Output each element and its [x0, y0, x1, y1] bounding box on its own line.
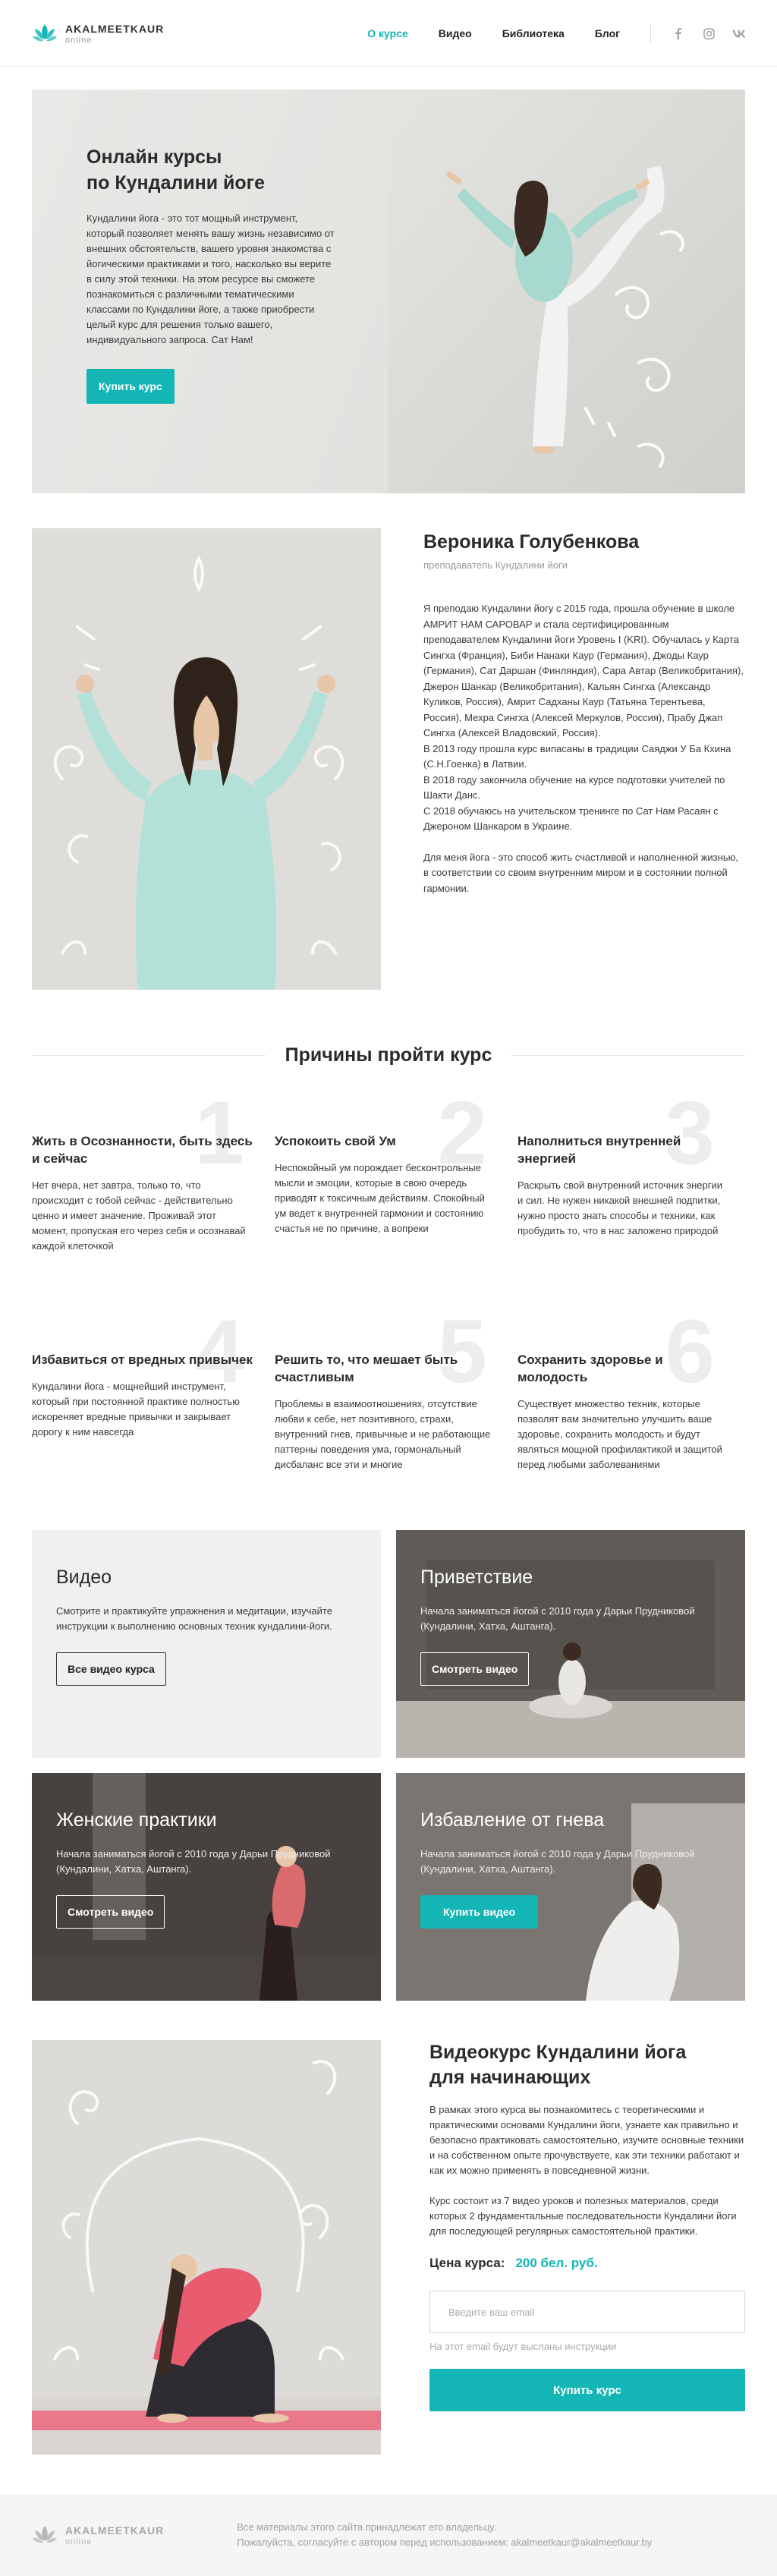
instagram-icon[interactable] — [703, 27, 715, 39]
course-section: Видеокурс Кундалини йога для начинающих … — [32, 2040, 745, 2455]
hero-title-line2: по Кундалини йоге — [87, 172, 265, 194]
hero-title: Онлайн курсы по Кундалини йоге — [87, 144, 337, 196]
reason-item: 1 Жить в Осознанности, быть здесь и сейч… — [32, 1088, 275, 1281]
vk-icon[interactable] — [733, 27, 745, 39]
hero-title-line1: Онлайн курсы — [87, 146, 222, 168]
card-title: Приветствие — [420, 1567, 533, 1588]
reason-item: 4 Избавиться от вредных привычек Кундали… — [32, 1307, 275, 1500]
price-value: 200 бел. руб. — [515, 2256, 598, 2270]
watch-video-button[interactable]: Смотреть видео — [56, 1895, 165, 1929]
email-input[interactable] — [429, 2291, 745, 2333]
brand-name: AKALMEETKAUR — [65, 22, 165, 35]
teacher-section: Вероника Голубенкова преподаватель Кунда… — [32, 528, 745, 990]
main-nav: О курсе Видео Библиотека Блог — [367, 27, 620, 39]
course-title-line1: Видеокурс Кундалини йога — [429, 2042, 687, 2063]
reasons-title: Причины пройти курс — [285, 1044, 492, 1066]
teacher-name: Вероника Голубенкова — [423, 531, 640, 553]
lotus-logo-icon — [33, 24, 57, 42]
teacher-role: преподаватель Кундалини йоги — [423, 559, 568, 571]
teacher-bio-paragraph: С 2018 обучаюсь на учительском тренинге … — [423, 805, 719, 833]
footer-logo[interactable]: AKALMEETKAUR online — [32, 2524, 164, 2546]
reason-text: Раскрыть свой внутренний источник энерги… — [517, 1179, 722, 1236]
site-header: AKALMEETKAUR online О курсе Видео Библио… — [0, 0, 777, 67]
site-footer: AKALMEETKAUR online Все материалы этого … — [0, 2494, 777, 2576]
course-price: Цена курса: 200 бел. руб. — [429, 2256, 745, 2271]
teacher-bio-paragraph: В 2018 году закончила обучение на курсе … — [423, 773, 725, 801]
teacher-bio-paragraph: Для меня йога - это способ жить счастлив… — [423, 851, 738, 894]
reason-item: 2 Успокоить свой Ум Неспокойный ум порож… — [275, 1088, 517, 1281]
footer-line: Все материалы этого сайта принадлежат ег… — [237, 2521, 497, 2533]
course-paragraph: Курс состоит из 7 видео уроков и полезны… — [429, 2195, 737, 2237]
reason-item: 6 Сохранить здоровье и молодость Существ… — [517, 1307, 745, 1500]
social-links — [672, 27, 745, 39]
lotus-logo-icon — [33, 2526, 57, 2543]
reason-title: Жить в Осознанности, быть здесь и сейчас — [32, 1134, 253, 1166]
brand-name: AKALMEETKAUR — [65, 2524, 165, 2537]
course-title: Видеокурс Кундалини йога для начинающих — [429, 2040, 745, 2090]
card-text: Начала заниматься йогой с 2010 года у Да… — [420, 1848, 695, 1875]
buy-course-submit-button[interactable]: Купить курс — [429, 2369, 745, 2411]
all-videos-button[interactable]: Все видео курса — [56, 1652, 166, 1686]
card-title: Избавление от гнева — [420, 1809, 605, 1831]
reason-title: Наполниться внутренней энергией — [517, 1134, 681, 1166]
card-title: Женские практики — [56, 1809, 217, 1831]
reason-text: Проблемы в взаимоотношениях, отсутствие … — [275, 1398, 491, 1470]
heading-divider — [32, 1054, 266, 1056]
hero-banner: Онлайн курсы по Кундалини йоге Кундалини… — [32, 90, 745, 493]
card-text: Начала заниматься йогой с 2010 года у Да… — [420, 1605, 695, 1632]
teacher-photo — [32, 528, 381, 990]
nav-item-library[interactable]: Библиотека — [502, 27, 565, 39]
hero-yoga-photo — [388, 90, 745, 493]
price-label: Цена курса: — [429, 2256, 505, 2270]
reason-title: Успокоить свой Ум — [275, 1134, 396, 1148]
video-cards: Видео Смотрите и практикуйте упражнения … — [32, 1530, 745, 2001]
footer-email-link[interactable]: akalmeetkaur@akalmeetkaur.by — [511, 2537, 652, 2548]
nav-divider — [650, 24, 651, 43]
reason-title: Решить то, что мешает быть счастливым — [275, 1353, 458, 1384]
footer-line: Пожалуйста, согласуйте с автором перед и… — [237, 2537, 508, 2548]
brand-subtitle: online — [65, 35, 93, 45]
facebook-icon[interactable] — [672, 27, 684, 39]
video-card-greeting[interactable]: Приветствие Начала заниматься йогой с 20… — [396, 1530, 745, 1758]
card-text: Начала заниматься йогой с 2010 года у Да… — [56, 1848, 331, 1875]
course-title-line2: для начинающих — [429, 2067, 591, 2088]
course-yoga-photo — [32, 2040, 381, 2455]
site-logo[interactable]: AKALMEETKAUR online — [32, 23, 164, 45]
course-paragraph: В рамках этого курса вы познакомитесь с … — [429, 2104, 744, 2176]
video-card-women[interactable]: Женские практики Начала заниматься йогой… — [32, 1773, 381, 2001]
reason-title: Избавиться от вредных привычек — [32, 1353, 253, 1367]
reason-title: Сохранить здоровье и молодость — [517, 1353, 663, 1384]
course-description: В рамках этого курса вы познакомитесь с … — [429, 2102, 745, 2239]
reason-item: 3 Наполниться внутренней энергией Раскры… — [517, 1088, 745, 1281]
footer-copyright: Все материалы этого сайта принадлежат ег… — [237, 2520, 652, 2550]
buy-video-button[interactable]: Купить видео — [420, 1895, 539, 1929]
email-hint: На этот email будут высланы инструкции — [429, 2341, 617, 2352]
reason-text: Нет вчера, нет завтра, только то, что пр… — [32, 1179, 246, 1252]
reason-text: Кундалини йога - мощнейший инструмент, к… — [32, 1381, 240, 1438]
teacher-bio-paragraph: В 2013 году прошла курс випасаны в тради… — [423, 742, 731, 770]
card-text: Смотрите и практикуйте упражнения и меди… — [56, 1605, 332, 1632]
video-card-anger[interactable]: Избавление от гнева Начала заниматься йо… — [396, 1773, 745, 2001]
card-title: Видео — [56, 1567, 112, 1588]
nav-item-about[interactable]: О курсе — [367, 27, 408, 39]
brand-subtitle: online — [65, 2537, 93, 2546]
video-card-all: Видео Смотрите и практикуйте упражнения … — [32, 1530, 381, 1758]
nav-item-blog[interactable]: Блог — [595, 27, 620, 39]
watch-video-button[interactable]: Смотреть видео — [420, 1652, 530, 1686]
reason-text: Существует множество техник, которые поз… — [517, 1398, 722, 1470]
buy-course-button[interactable]: Купить курс — [87, 369, 175, 404]
reason-item: 5 Решить то, что мешает быть счастливым … — [275, 1307, 517, 1500]
heading-divider — [511, 1054, 745, 1056]
teacher-bio-paragraph: Я преподаю Кундалини йогу с 2015 года, п… — [423, 603, 744, 738]
reason-text: Неспокойный ум порождает бесконтрольные … — [275, 1162, 485, 1234]
reasons-grid: 1 Жить в Осознанности, быть здесь и сейч… — [32, 1088, 745, 1500]
reasons-heading: Причины пройти курс — [32, 1037, 745, 1073]
nav-item-video[interactable]: Видео — [439, 27, 472, 39]
hero-description: Кундалини йога - это тот мощный инструме… — [87, 213, 335, 345]
teacher-bio: Я преподаю Кундалини йогу с 2015 года, п… — [423, 601, 745, 896]
